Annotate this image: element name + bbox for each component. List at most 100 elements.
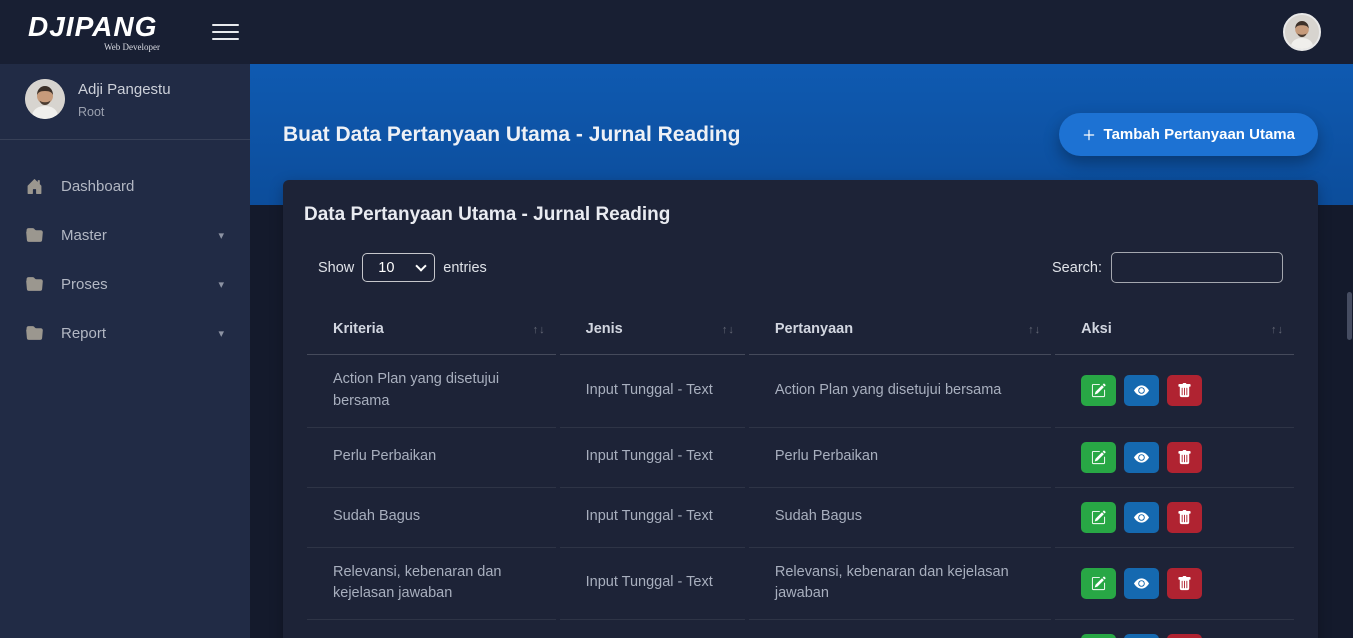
- data-table: Kriteria ↑↓ Jenis ↑↓ Pertanyaan ↑↓ Aks: [303, 307, 1298, 638]
- trash-icon: [1177, 450, 1192, 465]
- length-select-wrap: 10: [362, 253, 435, 282]
- user-avatar[interactable]: [1283, 13, 1321, 51]
- column-label: Jenis: [586, 321, 623, 337]
- sidebar-item-label: Dashboard: [61, 178, 224, 195]
- row-actions: [1081, 634, 1284, 638]
- length-menu: Show 10 entries: [318, 253, 487, 282]
- view-button[interactable]: [1124, 502, 1159, 533]
- card-title: Data Pertanyaan Utama - Jurnal Reading: [304, 204, 1298, 226]
- pencil-square-icon: [1091, 510, 1106, 525]
- table-row: Perlu Perbaikan Input Tunggal - Text Per…: [307, 428, 1294, 488]
- sidebar-item-dashboard[interactable]: Dashboard: [0, 162, 250, 211]
- delete-button[interactable]: [1167, 502, 1202, 533]
- cell-jenis: Input Tunggal -: [560, 620, 745, 638]
- edit-button[interactable]: [1081, 442, 1116, 473]
- trash-icon: [1177, 383, 1192, 398]
- cell-pertanyaan: [749, 620, 1051, 638]
- delete-button[interactable]: [1167, 568, 1202, 599]
- edit-button[interactable]: [1081, 568, 1116, 599]
- column-label: Pertanyaan: [775, 321, 853, 337]
- sort-icon: ↑↓: [722, 324, 735, 336]
- column-label: Aksi: [1081, 321, 1112, 337]
- sidebar-user-panel: Adji Pangestu Root: [0, 64, 250, 140]
- home-icon: [26, 178, 44, 196]
- eye-icon: [1134, 576, 1149, 591]
- entries-select[interactable]: 10: [362, 253, 435, 282]
- sort-icon: ↑↓: [1271, 324, 1284, 336]
- sort-icon: ↑↓: [1028, 324, 1041, 336]
- sidebar-menu: Dashboard Master ▾ Proses ▾ Rep: [0, 140, 250, 358]
- cell-aksi: [1055, 548, 1294, 621]
- scrollbar-thumb[interactable]: [1347, 292, 1352, 340]
- avatar-image: [25, 79, 65, 119]
- cell-aksi: [1055, 355, 1294, 428]
- delete-button[interactable]: [1167, 442, 1202, 473]
- cell-aksi: [1055, 620, 1294, 638]
- pencil-square-icon: [1091, 450, 1106, 465]
- sidebar-item-proses[interactable]: Proses ▾: [0, 260, 250, 309]
- scrollbar-track[interactable]: [1346, 64, 1353, 638]
- cell-kriteria: Action Plan yang disetujui bersama: [307, 355, 556, 428]
- sidebar-item-label: Master: [61, 227, 218, 244]
- folder-icon: [26, 325, 44, 343]
- add-pertanyaan-button[interactable]: Tambah Pertanyaan Utama: [1059, 113, 1318, 156]
- column-header-jenis[interactable]: Jenis ↑↓: [560, 307, 745, 355]
- view-button[interactable]: [1124, 442, 1159, 473]
- row-actions: [1081, 502, 1284, 533]
- sidebar-item-report[interactable]: Report ▾: [0, 309, 250, 358]
- column-header-pertanyaan[interactable]: Pertanyaan ↑↓: [749, 307, 1051, 355]
- table-row: Sudah Bagus Input Tunggal - Text Sudah B…: [307, 488, 1294, 548]
- edit-button[interactable]: [1081, 634, 1116, 638]
- cell-pertanyaan: Sudah Bagus: [749, 488, 1051, 548]
- chevron-down-icon: ▾: [218, 278, 224, 291]
- cell-pertanyaan: Perlu Perbaikan: [749, 428, 1051, 488]
- add-button-label: Tambah Pertanyaan Utama: [1104, 126, 1295, 143]
- chevron-down-icon: ▾: [218, 327, 224, 340]
- cell-jenis: Input Tunggal - Text: [560, 355, 745, 428]
- page-title: Buat Data Pertanyaan Utama - Jurnal Read…: [283, 123, 740, 147]
- eye-icon: [1134, 383, 1149, 398]
- view-button[interactable]: [1124, 634, 1159, 638]
- eye-icon: [1134, 510, 1149, 525]
- column-header-aksi[interactable]: Aksi ↑↓: [1055, 307, 1294, 355]
- column-header-kriteria[interactable]: Kriteria ↑↓: [307, 307, 556, 355]
- eye-icon: [1134, 450, 1149, 465]
- cell-kriteria: [307, 620, 556, 638]
- cell-kriteria: Perlu Perbaikan: [307, 428, 556, 488]
- chevron-down-icon: ▾: [218, 229, 224, 242]
- view-button[interactable]: [1124, 375, 1159, 406]
- cell-kriteria: Relevansi, kebenaran dan kejelasan jawab…: [307, 548, 556, 621]
- table-row: Input Tunggal -: [307, 620, 1294, 638]
- cell-pertanyaan: Action Plan yang disetujui bersama: [749, 355, 1051, 428]
- table-body: Action Plan yang disetujui bersama Input…: [307, 355, 1294, 638]
- row-actions: [1081, 375, 1284, 406]
- sidebar-item-label: Report: [61, 325, 218, 342]
- edit-button[interactable]: [1081, 375, 1116, 406]
- sidebar-item-master[interactable]: Master ▾: [0, 211, 250, 260]
- view-button[interactable]: [1124, 568, 1159, 599]
- search-label: Search:: [1052, 260, 1102, 276]
- folder-icon: [26, 276, 44, 294]
- delete-button[interactable]: [1167, 375, 1202, 406]
- search-input[interactable]: [1111, 252, 1283, 283]
- cell-jenis: Input Tunggal - Text: [560, 428, 745, 488]
- cell-jenis: Input Tunggal - Text: [560, 488, 745, 548]
- length-suffix-label: entries: [443, 260, 487, 276]
- cell-kriteria: Sudah Bagus: [307, 488, 556, 548]
- cell-pertanyaan: Relevansi, kebenaran dan kejelasan jawab…: [749, 548, 1051, 621]
- folder-icon: [26, 227, 44, 245]
- app-logo[interactable]: DJIPANG Web Developer: [28, 13, 166, 52]
- row-actions: [1081, 442, 1284, 473]
- edit-button[interactable]: [1081, 502, 1116, 533]
- hamburger-menu-icon[interactable]: [212, 19, 239, 45]
- top-navbar: DJIPANG Web Developer: [0, 0, 1353, 64]
- cell-aksi: [1055, 488, 1294, 548]
- sidebar-item-label: Proses: [61, 276, 218, 293]
- trash-icon: [1177, 576, 1192, 591]
- table-row: Action Plan yang disetujui bersama Input…: [307, 355, 1294, 428]
- column-label: Kriteria: [333, 321, 384, 337]
- delete-button[interactable]: [1167, 634, 1202, 638]
- plus-icon: [1082, 128, 1096, 142]
- table-row: Relevansi, kebenaran dan kejelasan jawab…: [307, 548, 1294, 621]
- logo-subtitle: Web Developer: [28, 42, 166, 52]
